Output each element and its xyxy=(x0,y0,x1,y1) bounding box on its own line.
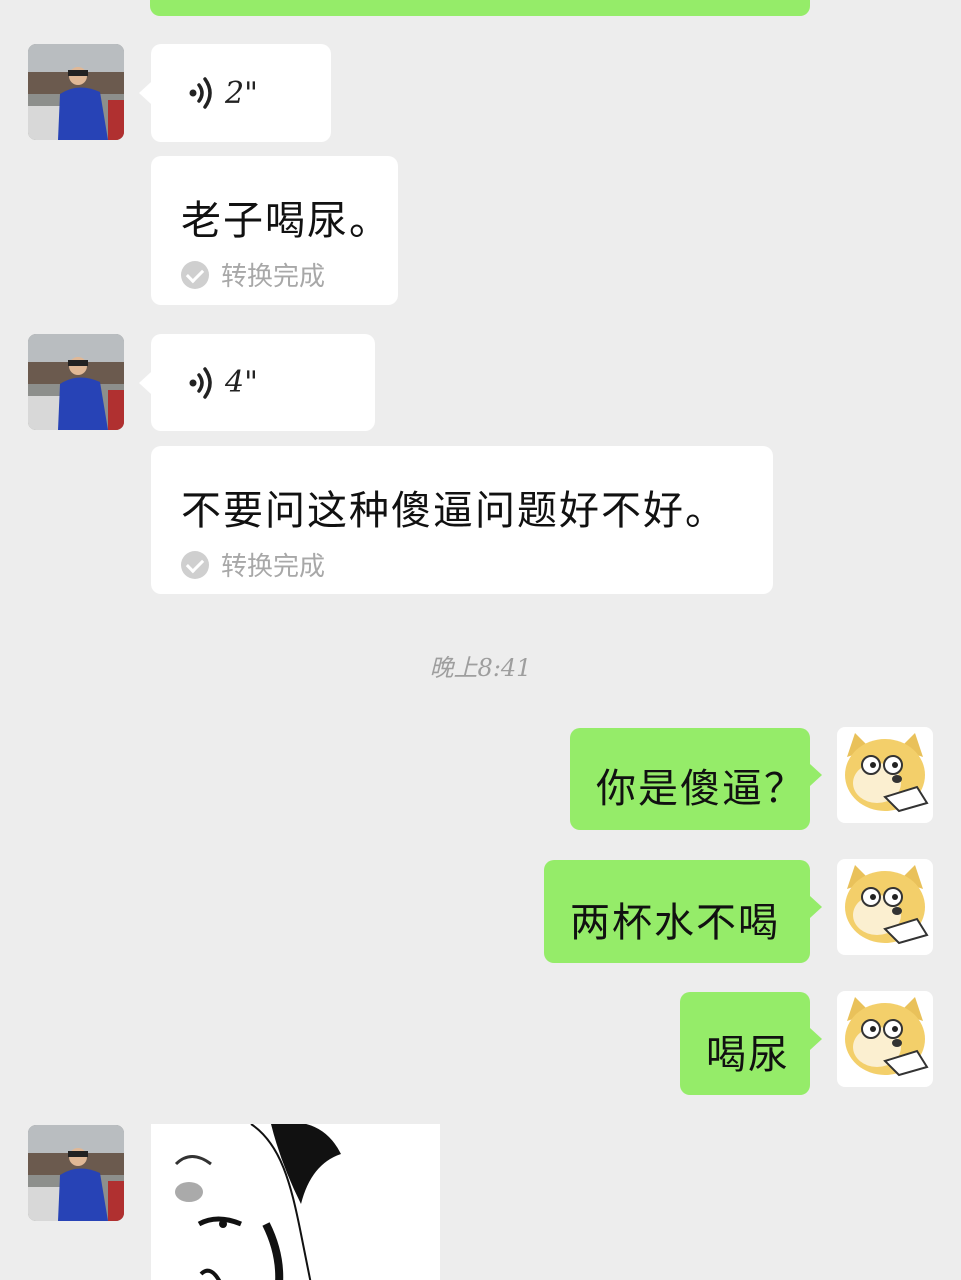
voice-message-bubble[interactable]: 2" xyxy=(139,44,331,142)
voice-duration: 4" xyxy=(225,365,258,400)
message-text: 你是傻逼？ xyxy=(596,766,806,812)
voice-wave-icon xyxy=(189,77,212,109)
previous-outgoing-bubble[interactable] xyxy=(150,0,810,16)
my-avatar[interactable] xyxy=(837,859,933,955)
outgoing-message-bubble[interactable]: 喝尿 xyxy=(680,992,822,1095)
voice-duration: 2" xyxy=(225,75,258,111)
transcript-text: 老子喝尿。 xyxy=(181,198,391,244)
voice-transcript-bubble[interactable]: 老子喝尿。 转换完成 xyxy=(151,156,398,305)
my-avatar[interactable] xyxy=(837,727,933,823)
outgoing-message-bubble[interactable]: 你是傻逼？ xyxy=(570,728,822,830)
contact-avatar[interactable] xyxy=(28,334,124,430)
chat-view: 2" 老子喝尿。 转换完成 4" 不要问这种傻逼问题好不好。 转换完成 晚上8:… xyxy=(0,0,961,1280)
contact-avatar[interactable] xyxy=(28,1125,124,1221)
convert-status: 转换完成 xyxy=(221,262,326,292)
voice-message-bubble[interactable]: 4" xyxy=(139,334,375,431)
transcript-text: 不要问这种傻逼问题好不好。 xyxy=(181,488,727,534)
message-text: 两杯水不喝 xyxy=(570,900,780,946)
outgoing-message-bubble[interactable]: 两杯水不喝 xyxy=(544,860,822,963)
voice-wave-icon xyxy=(189,366,212,399)
sticker-image[interactable] xyxy=(151,1124,440,1280)
message-timestamp: 晚上8:41 xyxy=(429,654,532,682)
check-circle-icon xyxy=(181,550,209,579)
voice-transcript-bubble[interactable]: 不要问这种傻逼问题好不好。 转换完成 xyxy=(151,446,773,594)
check-circle-icon xyxy=(181,260,209,289)
contact-avatar[interactable] xyxy=(28,44,124,140)
message-text: 喝尿 xyxy=(706,1032,790,1078)
convert-status: 转换完成 xyxy=(221,552,326,582)
my-avatar[interactable] xyxy=(837,991,933,1087)
